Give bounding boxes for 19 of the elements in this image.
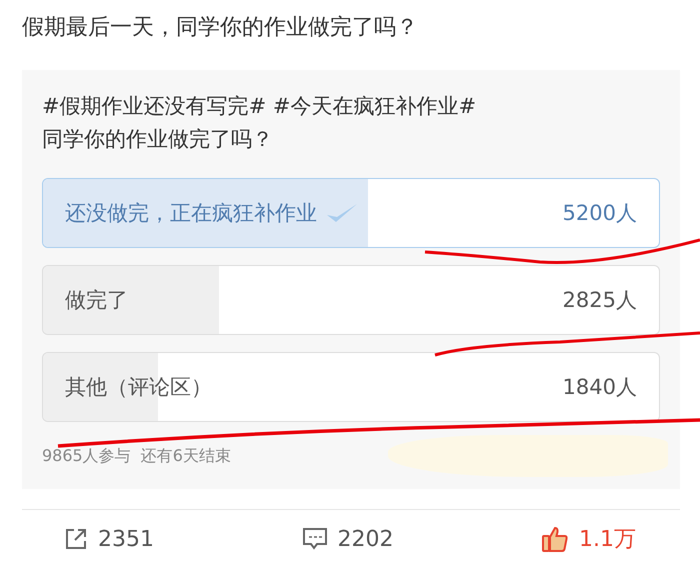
vote-count: 1840人 [562, 374, 637, 401]
option-label: 还没做完，正在疯狂补作业 [65, 200, 317, 227]
comment-button[interactable]: 2202 [298, 520, 398, 558]
participant-count: 9865人参与 [42, 446, 131, 467]
poll-option[interactable]: 其他（评论区） 1840人 [42, 352, 660, 422]
vote-count: 2825人 [562, 287, 637, 314]
share-icon [64, 527, 88, 551]
poll-option[interactable]: 还没做完，正在疯狂补作业 5200人 [42, 178, 660, 248]
time-remaining: 还有6天结束 [140, 446, 231, 467]
vote-count: 5200人 [562, 200, 637, 227]
share-button[interactable]: 2351 [60, 520, 158, 558]
poll-title: #假期作业还没有写完# #今天在疯狂补作业# 同学你的作业做完了吗？ [42, 93, 478, 153]
option-label: 做完了 [65, 287, 128, 314]
poll-option[interactable]: 做完了 2825人 [42, 265, 660, 335]
post-text: 假期最后一天，同学你的作业做完了吗？ [21, 14, 419, 42]
like-button[interactable]: 1.1万 [537, 520, 640, 558]
option-label: 其他（评论区） [65, 374, 212, 401]
thumbs-up-icon [541, 525, 569, 553]
comment-icon [302, 527, 328, 551]
